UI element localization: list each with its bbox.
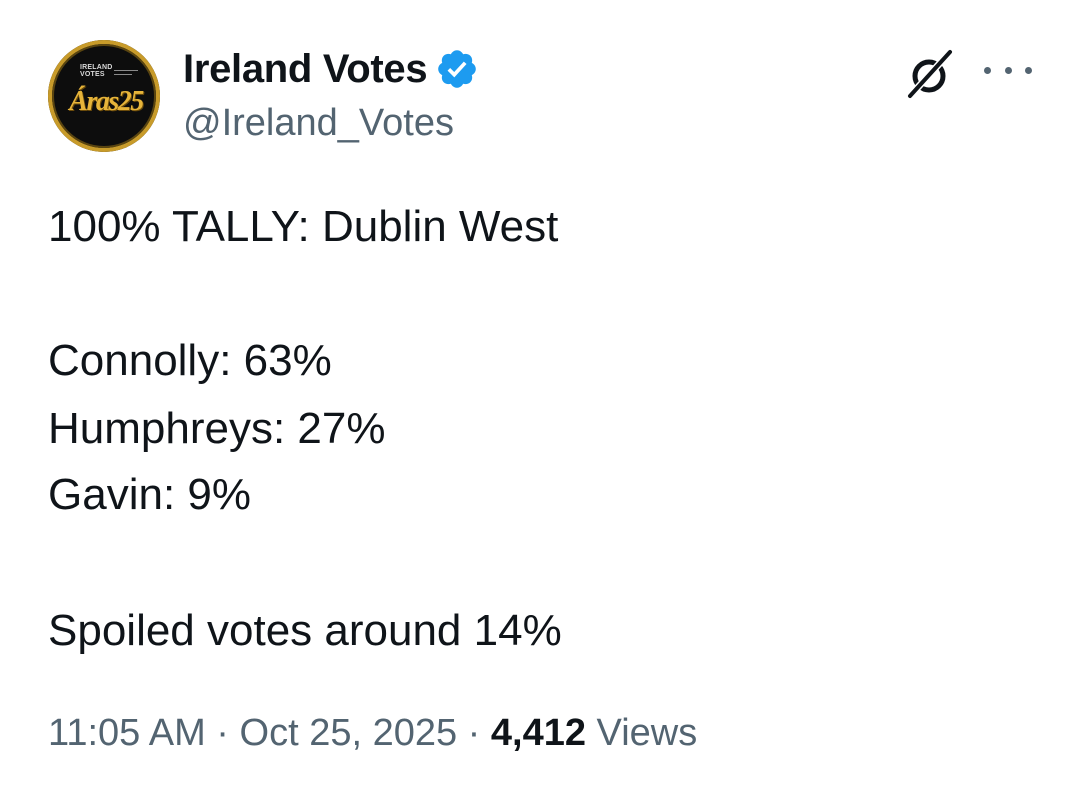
- post-meta: 11:05 AM · Oct 25, 2025 · 4,412 Views: [48, 712, 697, 755]
- display-name-row[interactable]: Ireland Votes: [183, 44, 479, 94]
- tweet-card: IRELAND VOTES Áras25 Ireland Votes @Irel…: [0, 0, 1080, 796]
- avatar-decor-line: [114, 70, 138, 71]
- post-result-line: Connolly: 63%: [48, 336, 332, 385]
- grok-icon[interactable]: [902, 46, 958, 102]
- meta-separator: ·: [467, 712, 481, 754]
- more-dot: [1025, 66, 1032, 74]
- post-result-line: Gavin: 9%: [48, 470, 251, 519]
- post-result-line: Humphreys: 27%: [48, 404, 386, 453]
- more-dot: [1004, 66, 1012, 74]
- post-time[interactable]: 11:05 AM: [48, 712, 206, 754]
- avatar-decor-line: [114, 74, 132, 75]
- post-headline: 100% TALLY: Dublin West: [48, 202, 559, 251]
- avatar-small-text: IRELAND VOTES: [80, 64, 120, 78]
- more-options-icon[interactable]: [984, 60, 1032, 80]
- meta-separator: ·: [216, 712, 229, 754]
- verified-badge-icon: [438, 50, 477, 88]
- post-date[interactable]: Oct 25, 2025: [240, 712, 458, 754]
- account-handle[interactable]: @Ireland_Votes: [183, 102, 454, 145]
- display-name[interactable]: Ireland Votes: [183, 47, 428, 92]
- avatar[interactable]: IRELAND VOTES Áras25: [48, 40, 160, 152]
- views-label[interactable]: Views: [597, 712, 698, 754]
- avatar-brand-text: Áras25: [69, 86, 144, 117]
- post-note: Spoiled votes around 14%: [48, 606, 562, 655]
- more-dot: [984, 66, 991, 74]
- views-count[interactable]: 4,412: [491, 712, 586, 754]
